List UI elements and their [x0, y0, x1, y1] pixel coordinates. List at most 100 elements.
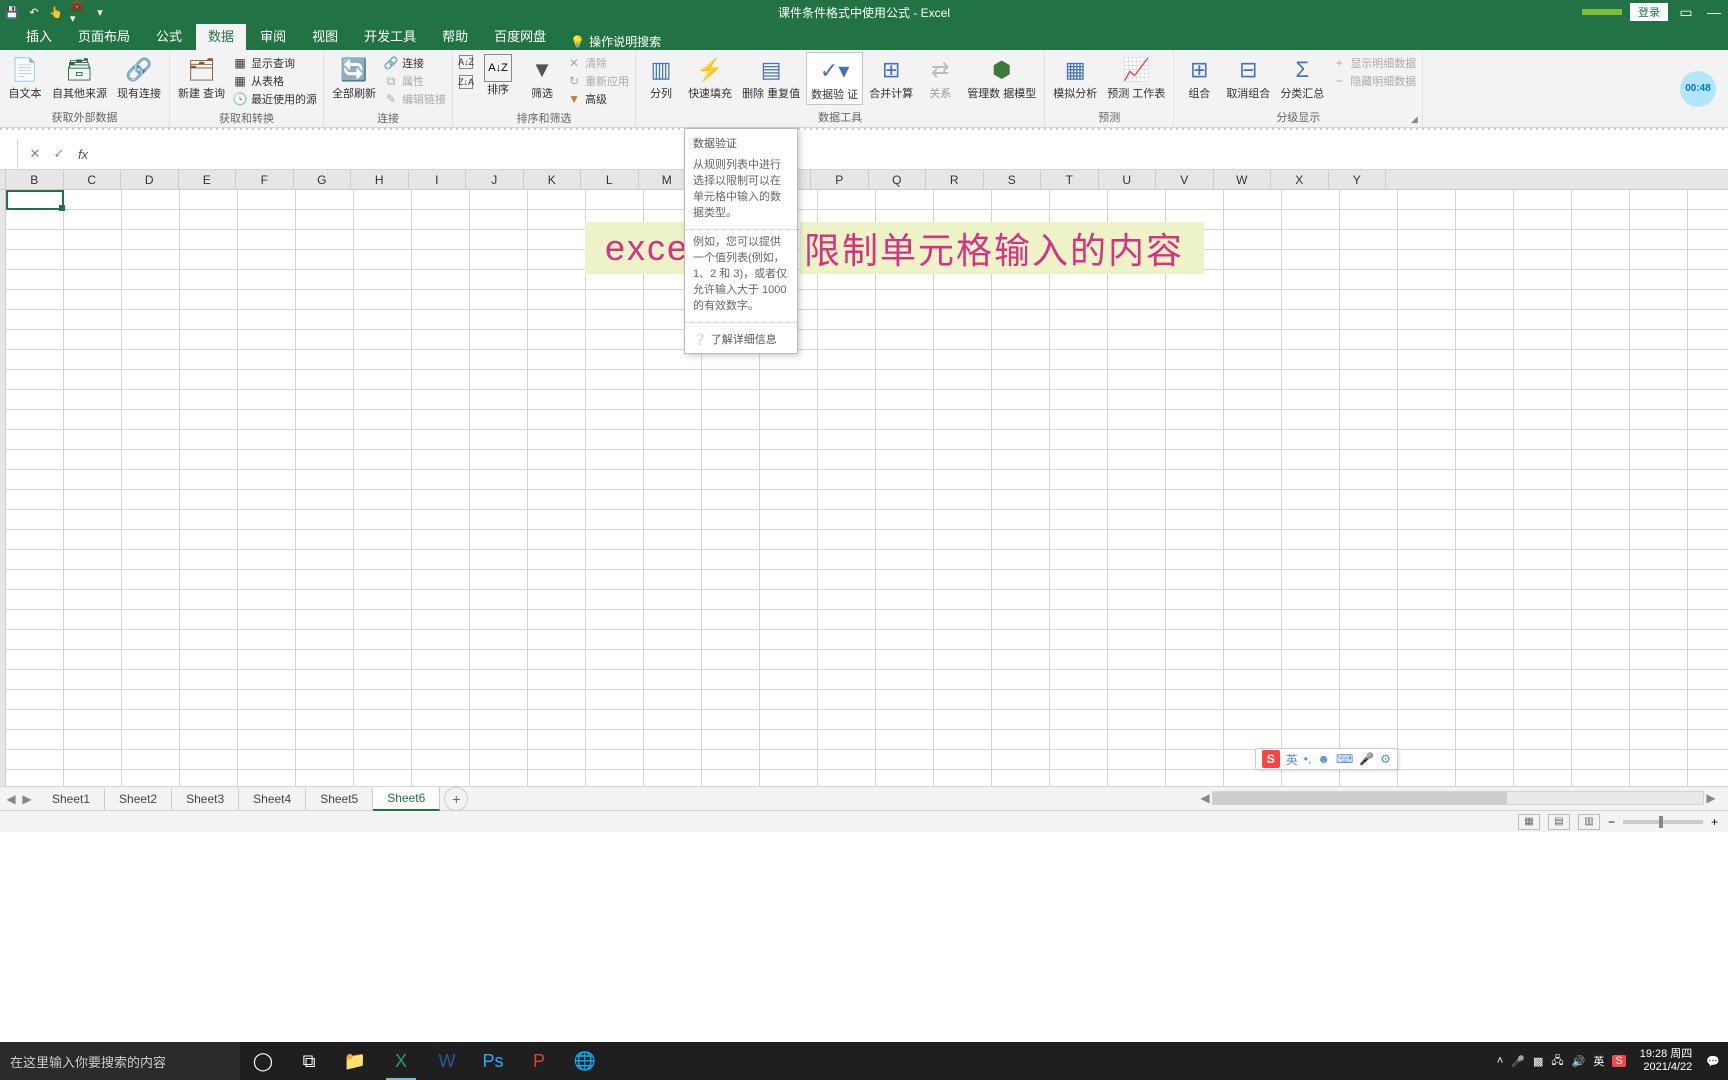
col-header[interactable]: U [1099, 170, 1157, 189]
spreadsheet-grid[interactable]: excel 限制单元格输入的内容 [0, 190, 1728, 786]
col-header[interactable]: V [1156, 170, 1214, 189]
data-model-button[interactable]: ⬢管理数 据模型 [963, 52, 1040, 103]
minimize-icon[interactable]: — [1704, 2, 1724, 22]
word-icon[interactable]: W [424, 1042, 470, 1080]
row-headers[interactable] [0, 190, 6, 786]
col-header[interactable]: E [179, 170, 237, 189]
sheet-tab[interactable]: Sheet1 [38, 788, 105, 810]
taskbar-clock[interactable]: 19:28 周四 2021/4/22 [1634, 1048, 1699, 1074]
task-view-icon[interactable]: ⧉ [286, 1042, 332, 1080]
col-header[interactable]: J [466, 170, 524, 189]
sort-desc-button[interactable]: Z↓A [457, 74, 475, 90]
tray-sound-icon[interactable]: 🔊 [1572, 1055, 1586, 1068]
new-query-button[interactable]: 🗂新建 查询 [174, 52, 229, 103]
from-table-button[interactable]: ▦从表格 [231, 72, 319, 90]
ime-punct-icon[interactable]: •, [1304, 752, 1312, 766]
col-header[interactable]: I [409, 170, 467, 189]
remove-duplicates-button[interactable]: ▤删除 重复值 [738, 52, 804, 103]
dialog-launcher-icon[interactable]: ◢ [1408, 113, 1420, 125]
tab-developer[interactable]: 开发工具 [352, 21, 428, 50]
powerpoint-icon[interactable]: P [516, 1042, 562, 1080]
forecast-sheet-button[interactable]: 📈预测 工作表 [1103, 52, 1169, 103]
sheet-nav-prev-icon[interactable]: ◀ [4, 792, 18, 806]
data-validation-button[interactable]: ✓▾数据验 证 [806, 52, 863, 105]
clear-filter-button[interactable]: ✕清除 [565, 54, 631, 72]
page-layout-view-button[interactable]: ▤ [1548, 814, 1570, 830]
show-queries-button[interactable]: ▦显示查询 [231, 54, 319, 72]
add-sheet-button[interactable]: + [444, 787, 468, 811]
connections-button[interactable]: 🔗连接 [382, 54, 448, 72]
undo-icon[interactable]: ↶ [26, 4, 42, 20]
col-header[interactable]: P [811, 170, 869, 189]
from-other-sources-button[interactable]: 🗃自其他来源 [48, 52, 111, 103]
tab-review[interactable]: 审阅 [248, 21, 298, 50]
zoom-slider[interactable] [1623, 820, 1703, 824]
active-cell[interactable] [6, 190, 64, 210]
touch-mode-icon[interactable]: 👆 [48, 4, 64, 20]
show-detail-button[interactable]: +显示明细数据 [1330, 54, 1418, 72]
tray-ime-icon[interactable]: S [1612, 1055, 1625, 1067]
ime-settings-icon[interactable]: ⚙ [1380, 752, 1391, 766]
ime-emoji-icon[interactable]: ☻ [1317, 752, 1330, 766]
col-header[interactable]: B [6, 170, 64, 189]
tab-help[interactable]: 帮助 [430, 21, 480, 50]
advanced-filter-button[interactable]: ▼高级 [565, 90, 631, 108]
scroll-thumb[interactable] [1213, 792, 1507, 804]
page-break-view-button[interactable]: ▥ [1578, 814, 1600, 830]
ime-keyboard-icon[interactable]: ⌨ [1336, 752, 1353, 766]
photoshop-icon[interactable]: Ps [470, 1042, 516, 1080]
sheet-tab[interactable]: Sheet2 [105, 788, 172, 810]
relationships-button[interactable]: ⇄关系 [919, 52, 961, 103]
flash-fill-button[interactable]: ⚡快速填充 [684, 52, 736, 103]
tray-overflow-icon[interactable]: ˄ [1497, 1055, 1503, 1067]
tab-insert[interactable]: 插入 [14, 21, 64, 50]
excel-icon[interactable]: X [378, 1042, 424, 1080]
reapply-button[interactable]: ↻重新应用 [565, 72, 631, 90]
tooltip-learn-more[interactable]: ❔了解详细信息 [685, 325, 797, 353]
existing-connections-button[interactable]: 🔗现有连接 [113, 52, 165, 103]
start-button[interactable]: ◯ [240, 1042, 286, 1080]
col-header[interactable]: F [236, 170, 294, 189]
text-to-columns-button[interactable]: ▥分列 [640, 52, 682, 103]
tab-baidu[interactable]: 百度网盘 [482, 21, 558, 50]
sheet-tab[interactable]: Sheet3 [172, 788, 239, 810]
group-button[interactable]: ⊞组合 [1178, 52, 1220, 103]
tray-app-icon[interactable]: ▩ [1533, 1055, 1543, 1068]
col-header[interactable]: Q [869, 170, 927, 189]
ime-lang[interactable]: 英 [1286, 751, 1298, 768]
name-box[interactable] [0, 139, 18, 169]
recent-sources-button[interactable]: 🕓最近使用的源 [231, 90, 319, 108]
sogou-icon[interactable]: S [1262, 750, 1280, 768]
scroll-right-icon[interactable]: ▶ [1704, 791, 1718, 805]
col-header[interactable]: S [984, 170, 1042, 189]
col-header[interactable]: R [926, 170, 984, 189]
sheet-tab[interactable]: Sheet6 [373, 787, 440, 811]
normal-view-button[interactable]: ▦ [1518, 814, 1540, 830]
chrome-icon[interactable]: 🌐 [562, 1042, 608, 1080]
formula-input[interactable] [100, 139, 1728, 169]
horizontal-scrollbar[interactable]: ◀ ▶ [1198, 789, 1718, 807]
sort-asc-button[interactable]: A↓Z [457, 54, 475, 70]
properties-button[interactable]: ⧉属性 [382, 72, 448, 90]
notifications-icon[interactable]: 💬 [1706, 1055, 1720, 1068]
tray-lang[interactable]: 英 [1593, 1053, 1604, 1069]
save-icon[interactable]: 💾 [4, 4, 20, 20]
tab-data[interactable]: 数据 [196, 21, 246, 50]
qat-customize-icon[interactable]: ▾ [92, 4, 108, 20]
edit-links-button[interactable]: ✎编辑链接 [382, 90, 448, 108]
sheet-tab[interactable]: Sheet5 [306, 788, 373, 810]
col-header[interactable]: W [1214, 170, 1272, 189]
zoom-out-icon[interactable]: − [1608, 815, 1615, 829]
sort-button[interactable]: A↓Z排序 [477, 52, 519, 99]
tab-view[interactable]: 视图 [300, 21, 350, 50]
subtotal-button[interactable]: Σ分类汇总 [1276, 52, 1328, 103]
col-header[interactable]: C [64, 170, 122, 189]
tab-page-layout[interactable]: 页面布局 [66, 21, 142, 50]
hide-detail-button[interactable]: −隐藏明细数据 [1330, 72, 1418, 90]
col-header[interactable]: K [524, 170, 582, 189]
sheet-tab[interactable]: Sheet4 [239, 788, 306, 810]
col-header[interactable]: D [121, 170, 179, 189]
sheet-nav-next-icon[interactable]: ▶ [20, 792, 34, 806]
ribbon-display-icon[interactable]: ▭ [1676, 2, 1696, 22]
scroll-left-icon[interactable]: ◀ [1198, 791, 1212, 805]
